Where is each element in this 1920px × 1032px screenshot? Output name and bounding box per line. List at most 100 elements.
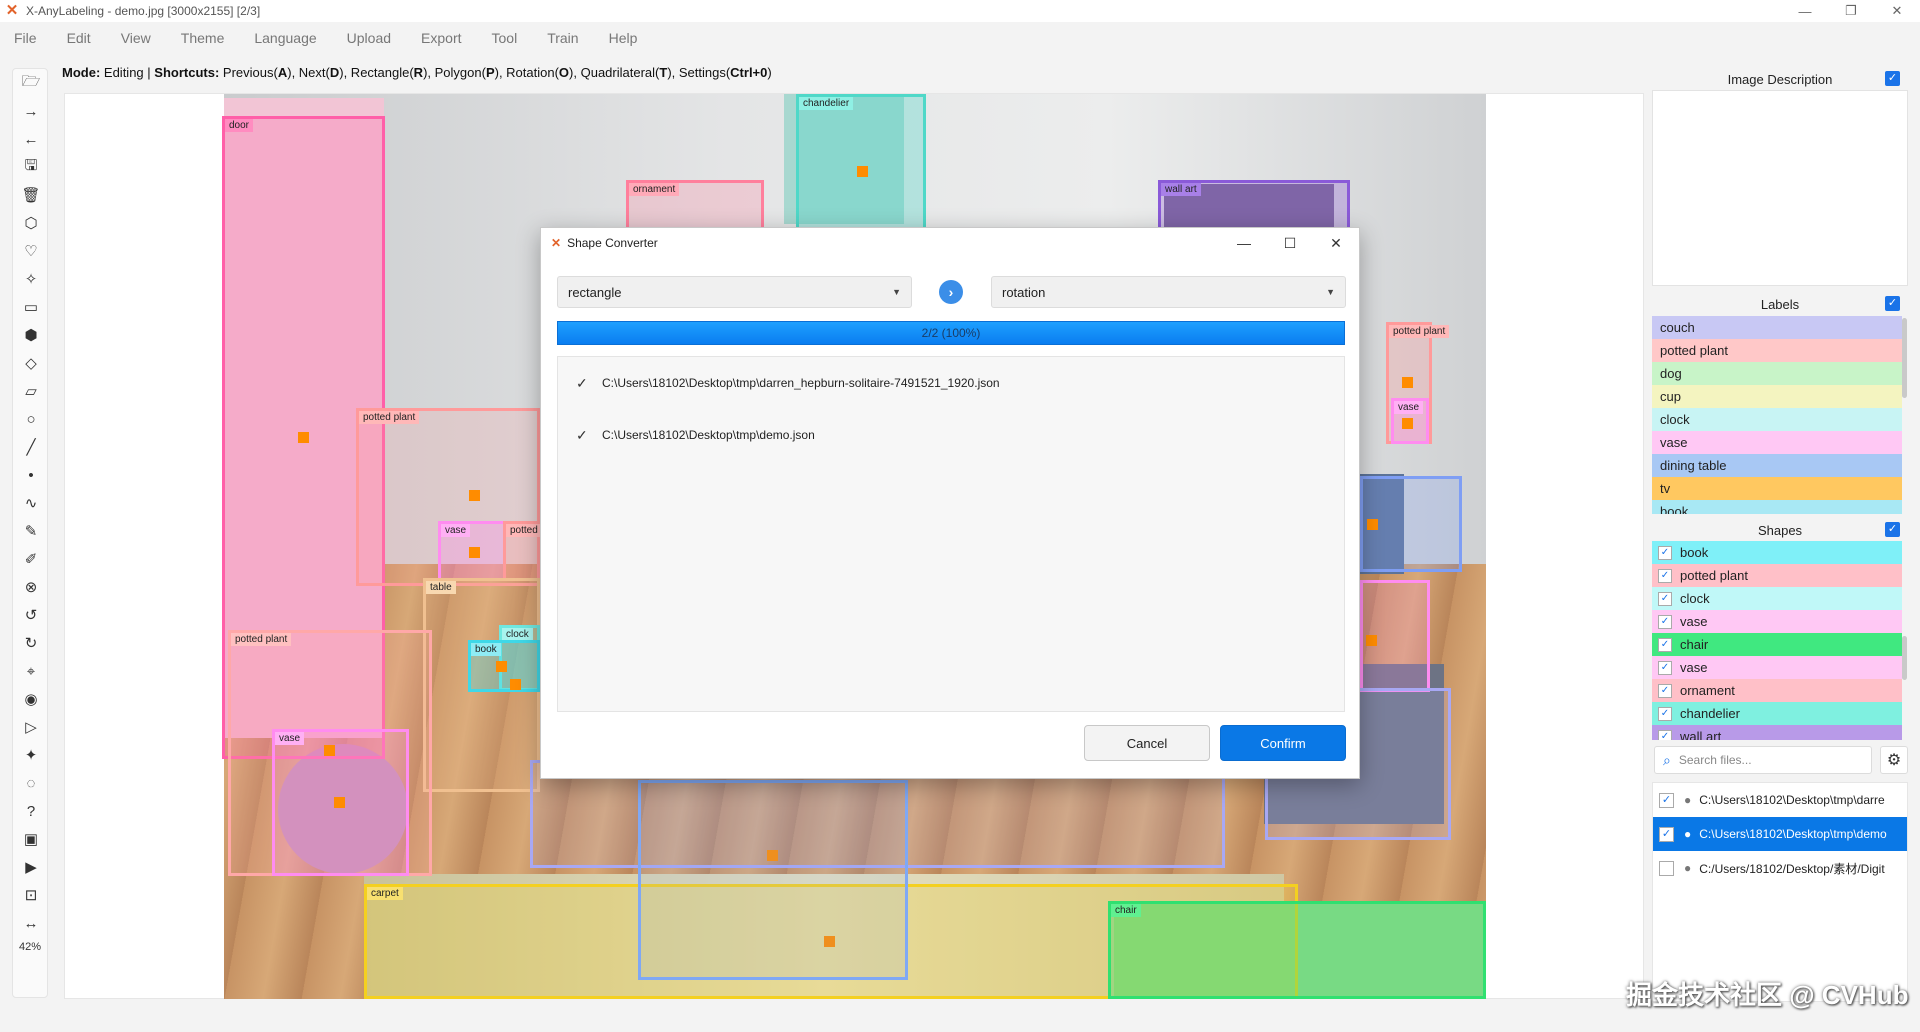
checkbox-icon[interactable]: ✓ [1658,568,1672,583]
checkbox-icon[interactable]: ✓ [1658,637,1672,652]
label-item[interactable]: tv [1652,477,1902,500]
checkbox-icon[interactable]: ✓ [1658,614,1672,629]
chat-icon[interactable]: ◌ [13,769,49,797]
target-shape-select[interactable]: rotation ▼ [991,276,1346,308]
fit-width-icon[interactable]: ↔ [13,909,49,937]
maximize-icon[interactable]: ❐ [1828,0,1874,22]
vertex-handle[interactable] [1367,519,1378,530]
cube-icon[interactable]: ⬢ [13,321,49,349]
polygon-icon[interactable]: ⬡ [13,209,49,237]
annotation-box-potted[interactable]: potted [503,521,542,581]
annotation-box-wall-art[interactable]: wall art [1158,180,1350,230]
vertex-handle[interactable] [1402,377,1413,388]
run-icon[interactable]: ▷ [13,713,49,741]
annotation-box-chair[interactable]: chair [1108,901,1486,999]
dialog-close-icon[interactable]: ✕ [1313,228,1359,258]
image-icon[interactable]: ▣ [13,825,49,853]
next-image-icon[interactable]: → [13,97,49,125]
file-list-item-selected[interactable]: ✓ ● C:\Users\18102\Desktop\tmp\demo [1653,817,1907,851]
checkbox-icon[interactable]: ✓ [1885,522,1900,537]
checkbox-icon[interactable]: ✓ [1885,296,1900,311]
annotation-box-table-2[interactable] [638,780,908,980]
prev-image-icon[interactable]: ← [13,125,49,153]
shape-item[interactable]: ✓ wall art [1652,725,1902,740]
checkbox-icon[interactable]: ✓ [1658,545,1672,560]
close-icon[interactable]: ✕ [1874,0,1920,22]
label-item[interactable]: potted plant [1652,339,1902,362]
undo-icon[interactable]: ↺ [13,601,49,629]
label-item[interactable]: couch [1652,316,1902,339]
checkbox-icon[interactable]: ✓ [1658,706,1672,721]
cancel-icon[interactable]: ⊗ [13,573,49,601]
menu-upload[interactable]: Upload [347,30,391,46]
zoom-level[interactable]: 42% [13,941,47,953]
menu-edit[interactable]: Edit [67,30,91,46]
shape-item[interactable]: ✓ potted plant [1652,564,1902,587]
confirm-button[interactable]: Confirm [1220,725,1346,761]
gear-icon[interactable]: ⚙ [1880,746,1908,774]
visibility-icon[interactable]: ◉ [13,685,49,713]
file-list-item[interactable]: ✓ ● C:\Users\18102\Desktop\tmp\darre [1653,783,1907,817]
menu-language[interactable]: Language [254,30,316,46]
menu-file[interactable]: File [14,30,37,46]
linestrip-icon[interactable]: ∿ [13,489,49,517]
shape-item[interactable]: ✓ vase [1652,610,1902,633]
shapes-scrollbar[interactable] [1902,636,1907,680]
label-item[interactable]: dog [1652,362,1902,385]
edit-icon[interactable]: ✐ [13,545,49,573]
menu-view[interactable]: View [121,30,151,46]
label-item[interactable]: cup [1652,385,1902,408]
vertex-handle[interactable] [324,745,335,756]
quadrilateral-icon[interactable]: ▱ [13,377,49,405]
label-item[interactable]: dining table [1652,454,1902,477]
point-icon[interactable]: • [13,461,49,489]
shape-item[interactable]: ✓ ornament [1652,679,1902,702]
annotation-box-ornament[interactable]: ornament [626,180,764,230]
search-files-input[interactable]: ⌕ Search files... [1654,746,1872,774]
menu-theme[interactable]: Theme [181,30,225,46]
vertex-handle[interactable] [510,679,521,690]
ai-icon[interactable]: ✦ [13,741,49,769]
checkbox-icon[interactable] [1659,860,1674,876]
line-icon[interactable]: ╱ [13,433,49,461]
labels-scrollbar[interactable] [1902,318,1907,398]
checkbox-icon[interactable]: ✓ [1658,660,1672,675]
checkbox-icon[interactable]: ✓ [1659,826,1674,842]
redo-icon[interactable]: ↻ [13,629,49,657]
shape-item[interactable]: ✓ chandelier [1652,702,1902,725]
checkbox-icon[interactable]: ✓ [1658,591,1672,606]
save-icon[interactable]: 🖫 [13,153,49,181]
magic-wand-icon[interactable]: ✧ [13,265,49,293]
shape-item[interactable]: ✓ chair [1652,633,1902,656]
vertex-handle[interactable] [1366,635,1377,646]
label-item[interactable]: clock [1652,408,1902,431]
menu-tool[interactable]: Tool [492,30,518,46]
annotation-box-chandelier[interactable]: chandelier [796,94,926,230]
vertex-handle[interactable] [496,661,507,672]
vertex-handle[interactable] [334,797,345,808]
dialog-minimize-icon[interactable]: — [1221,228,1267,258]
vertex-handle[interactable] [298,432,309,443]
delete-icon[interactable]: 🗑 [13,181,49,209]
shape-item[interactable]: ✓ vase [1652,656,1902,679]
label-item[interactable]: book [1652,500,1902,514]
vertex-handle[interactable] [857,166,868,177]
circle-icon[interactable]: ○ [13,405,49,433]
image-description-field[interactable] [1652,90,1908,286]
checkbox-icon[interactable]: ✓ [1658,683,1672,698]
rectangle-icon[interactable]: ▭ [13,293,49,321]
menu-train[interactable]: Train [547,30,578,46]
auto-label-icon[interactable]: ⌖ [13,657,49,685]
cancel-button[interactable]: Cancel [1084,725,1210,761]
help-icon[interactable]: ? [13,797,49,825]
source-shape-select[interactable]: rectangle ▼ [557,276,912,308]
vertex-handle[interactable] [1402,418,1413,429]
checkbox-icon[interactable]: ✓ [1658,729,1672,740]
label-item[interactable]: vase [1652,431,1902,454]
menu-help[interactable]: Help [609,30,638,46]
menu-export[interactable]: Export [421,30,461,46]
minimize-icon[interactable]: — [1782,0,1828,22]
dialog-maximize-icon[interactable]: ☐ [1267,228,1313,258]
file-list-item[interactable]: ● C:/Users/18102/Desktop/素材/Digit [1653,851,1907,885]
checkbox-icon[interactable]: ✓ [1885,71,1900,86]
